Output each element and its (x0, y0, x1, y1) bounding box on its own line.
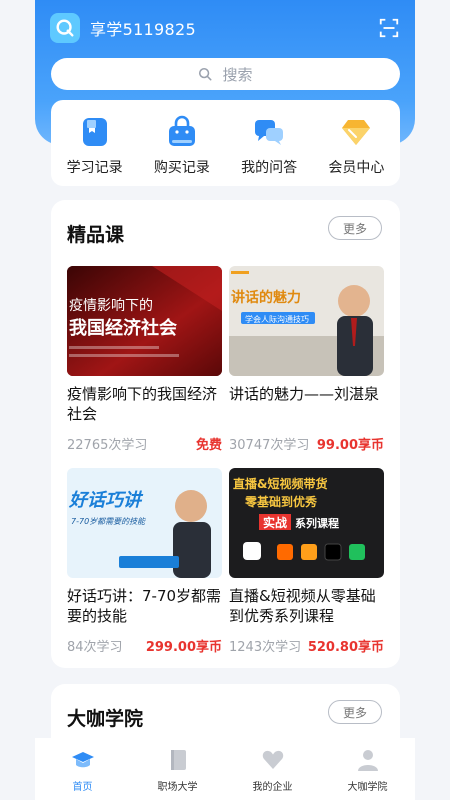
tab-workplace-university[interactable]: 职场大学 (138, 748, 218, 793)
tab-label: 首页 (72, 782, 93, 793)
course-title: 疫情影响下的我国经济社会 (67, 385, 218, 423)
course-thumbnail: 好话巧讲 7-70岁都需要的技能 (67, 468, 222, 578)
course-thumbnail: 讲话的魅力 学会人际沟通技巧 (229, 266, 384, 376)
study-count: 30747次学习 (229, 438, 310, 453)
thumb-text: 7-70岁都需要的技能 (71, 517, 146, 526)
username: 享学5119825 (90, 20, 196, 39)
quick-link-label: 购买记录 (153, 160, 210, 176)
more-button[interactable]: 更多 (328, 700, 382, 724)
tab-label: 大咖学院 (347, 782, 388, 793)
diamond-icon (342, 120, 371, 145)
course-title: 讲话的魅力——刘湛泉 (229, 385, 380, 403)
thumb-text: 系列课程 (295, 516, 339, 530)
graduation-cap-icon (71, 752, 94, 768)
tab-label: 我的企业 (252, 782, 293, 793)
thumb-text: 讲话的魅力 (231, 289, 301, 306)
search-icon (199, 67, 212, 81)
bookmark-icon (82, 118, 107, 146)
course-thumbnail: 疫情影响下的 我国经济社会 (67, 266, 222, 376)
thumb-text: 好话巧讲 (68, 490, 144, 511)
scan-icon[interactable] (378, 17, 400, 39)
app-logo-icon (50, 13, 80, 43)
study-count: 84次学习 (67, 640, 123, 655)
tab-home[interactable]: 首页 (43, 748, 123, 793)
quick-link-member-center[interactable]: 会员中心 (315, 115, 397, 177)
course-price: 99.00享币 (316, 438, 384, 453)
quick-link-purchase-record[interactable]: 购买记录 (141, 115, 223, 177)
thumb-text: 实战 (263, 515, 287, 530)
tab-label: 职场大学 (157, 782, 198, 793)
tab-my-enterprise[interactable]: 我的企业 (233, 748, 313, 793)
boutique-courses-section: 精品课 更多 疫情影响下的 我国经济社会 疫情影响下的我国经济社会 22765次… (51, 200, 400, 668)
course-price: 299.00享币 (145, 640, 222, 655)
tab-daka-college[interactable]: 大咖学院 (328, 748, 408, 793)
chat-bubbles-icon (255, 120, 284, 145)
heart-icon (262, 750, 283, 769)
section-title: 精品课 (67, 224, 125, 246)
section-title: 大咖学院 (67, 708, 144, 730)
top-bar: 享学5119825 (50, 10, 400, 46)
course-title: 好话巧讲：7-70岁都需要的技能 (67, 587, 222, 625)
quick-link-label: 会员中心 (328, 160, 385, 176)
thumb-text: 直播&短视频带货 (233, 476, 327, 491)
person-icon (357, 750, 378, 771)
thumb-text: 疫情影响下的 (69, 298, 153, 314)
study-count: 1243次学习 (229, 640, 302, 655)
course-card[interactable]: 好话巧讲 7-70岁都需要的技能 好话巧讲：7-70岁都需要的技能 84次学习 … (67, 468, 222, 655)
course-card[interactable]: 疫情影响下的 我国经济社会 疫情影响下的我国经济社会 22765次学习 免费 (67, 266, 222, 453)
shopping-bag-icon (168, 115, 195, 146)
course-card[interactable]: 直播&短视频带货 零基础到优秀 实战 系列课程 直播&短视频从零基础到优秀系列课… (229, 468, 384, 655)
quick-link-label: 学习记录 (66, 160, 123, 176)
quick-links: 学习记录 购买记录 我的问答 会员中心 (51, 100, 400, 186)
course-price: 520.80享币 (307, 640, 384, 655)
course-thumbnail: 直播&短视频带货 零基础到优秀 实战 系列课程 (229, 468, 384, 578)
quick-link-label: 我的问答 (241, 160, 298, 176)
quick-link-study-record[interactable]: 学习记录 (54, 115, 136, 177)
thumb-text: 我国经济社会 (69, 317, 177, 339)
course-title: 直播&短视频从零基础到优秀系列课程 (229, 587, 376, 625)
quick-link-my-qa[interactable]: 我的问答 (228, 115, 310, 177)
search-placeholder: 搜索 (222, 65, 253, 84)
study-count: 22765次学习 (67, 438, 148, 453)
book-icon (170, 750, 186, 770)
more-button[interactable]: 更多 (328, 216, 382, 240)
thumb-text: 学会人际沟通技巧 (245, 314, 309, 324)
thumb-text: 零基础到优秀 (244, 494, 318, 509)
search-bar[interactable]: 搜索 (51, 58, 400, 90)
course-price: 免费 (195, 438, 222, 453)
bottom-tab-bar: 首页 职场大学 我的企业 大咖学院 (35, 738, 415, 800)
course-card[interactable]: 讲话的魅力 学会人际沟通技巧 讲话的魅力——刘湛泉 30747次学习 99.00… (229, 266, 384, 453)
